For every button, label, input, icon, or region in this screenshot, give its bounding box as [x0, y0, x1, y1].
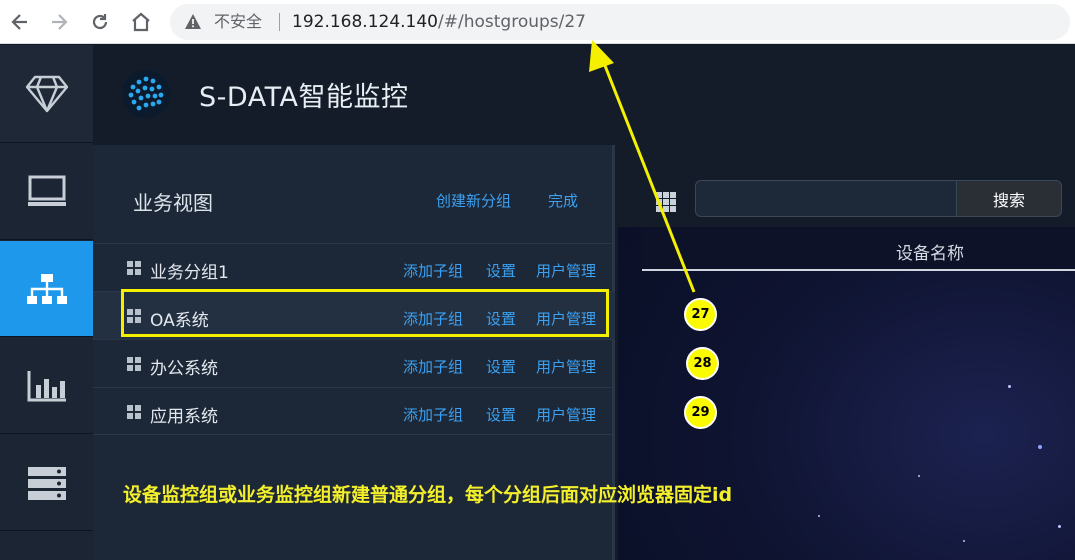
group-grid-icon: [127, 405, 141, 419]
search-input[interactable]: [695, 180, 957, 217]
group-grid-icon: [127, 261, 141, 275]
forward-button[interactable]: [45, 8, 73, 36]
table-header: 设备名称: [642, 227, 1075, 271]
url-separator: [279, 13, 280, 31]
settings-link[interactable]: 设置: [486, 356, 516, 377]
group-grid-icon: [127, 357, 141, 371]
reload-icon: [92, 14, 108, 30]
rail-logo[interactable]: [0, 45, 93, 143]
group-label: 应用系统: [150, 407, 218, 427]
warning-icon: [185, 14, 201, 29]
forward-arrow-icon: [52, 14, 68, 30]
view-grid-icon[interactable]: [656, 192, 676, 212]
group-label: 办公系统: [150, 359, 218, 379]
user-management-link[interactable]: 用户管理: [536, 404, 596, 425]
browser-toolbar: 不安全 192.168.124.140/#/hostgroups/27: [0, 0, 1075, 44]
panel-title: 业务视图: [133, 191, 213, 215]
add-child-link[interactable]: 添加子组: [403, 356, 463, 377]
back-arrow-icon: [11, 14, 27, 30]
highlight-box: [121, 289, 609, 337]
monitor-icon: [27, 175, 66, 206]
tree-row[interactable]: 办公系统 添加子组 设置 用户管理: [93, 339, 615, 387]
user-management-link[interactable]: 用户管理: [536, 260, 596, 281]
tree-row[interactable]: 应用系统 添加子组 设置 用户管理: [93, 387, 615, 435]
address-bar[interactable]: 不安全 192.168.124.140/#/hostgroups/27: [170, 4, 1070, 40]
search-toolbar: 搜索: [618, 145, 1075, 227]
done-link[interactable]: 完成: [548, 190, 578, 211]
search-button[interactable]: 搜索: [956, 180, 1062, 217]
brand-globe-icon: [122, 70, 170, 118]
url-host: 192.168.124.140: [292, 12, 439, 32]
add-child-link[interactable]: 添加子组: [403, 260, 463, 281]
id-badge: 28: [686, 347, 719, 380]
url-text: 192.168.124.140/#/hostgroups/27: [292, 11, 586, 33]
server-icon: [27, 466, 66, 500]
reload-button[interactable]: [86, 8, 114, 36]
tree-header: 业务视图 创建新分组 完成: [93, 145, 615, 243]
home-icon: [132, 12, 150, 32]
rail-item-servers[interactable]: [0, 435, 93, 531]
url-path: /#/hostgroups/27: [438, 12, 587, 32]
id-badge: 29: [684, 396, 717, 429]
add-child-link[interactable]: 添加子组: [403, 404, 463, 425]
settings-link[interactable]: 设置: [486, 260, 516, 281]
diamond-logo-icon: [25, 75, 68, 112]
settings-link[interactable]: 设置: [486, 404, 516, 425]
create-group-link[interactable]: 创建新分组: [436, 190, 511, 211]
bar-chart-icon: [27, 370, 66, 401]
home-button[interactable]: [127, 8, 155, 36]
rail-item-reports[interactable]: [0, 338, 93, 434]
column-header-device-name[interactable]: 设备名称: [896, 239, 964, 264]
tree-row[interactable]: 业务分组1 添加子组 设置 用户管理: [93, 243, 615, 291]
rail-item-devices[interactable]: [0, 144, 93, 240]
app-header: S-DATA智能监控: [93, 45, 1075, 143]
id-badge: 27: [684, 298, 717, 331]
group-label: 业务分组1: [150, 263, 229, 283]
icon-rail: [0, 45, 93, 560]
screenshot-root: 不安全 192.168.124.140/#/hostgroups/27 S-DA…: [0, 0, 1075, 560]
app-title: S-DATA智能监控: [199, 82, 409, 113]
annotation-note: 设备监控组或业务监控组新建普通分组，每个分组后面对应浏览器固定id: [123, 484, 733, 506]
rail-item-business-view[interactable]: [0, 241, 93, 337]
insecure-label: 不安全: [214, 12, 263, 31]
org-tree-icon: [26, 273, 67, 304]
user-management-link[interactable]: 用户管理: [536, 356, 596, 377]
back-button[interactable]: [6, 8, 34, 36]
